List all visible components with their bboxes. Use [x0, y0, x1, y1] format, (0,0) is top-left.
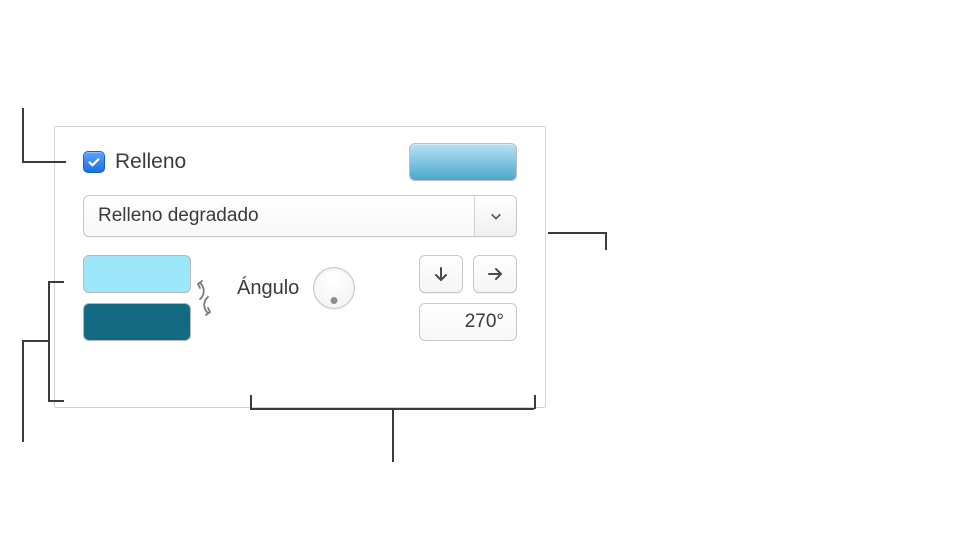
angle-down-button[interactable] [419, 255, 463, 293]
swap-colors-button[interactable] [193, 275, 215, 321]
callout-line [392, 408, 394, 462]
angle-section: Ángulo [205, 255, 405, 309]
callout-line [22, 340, 48, 342]
angle-value-field[interactable]: 270° [419, 303, 517, 341]
callout-line [250, 395, 252, 409]
callout-line [534, 395, 536, 409]
fill-toggle-group: Relleno [83, 150, 186, 174]
arrow-down-icon [432, 265, 450, 283]
fill-type-dropdown[interactable]: Relleno degradado [83, 195, 517, 237]
fill-type-selected: Relleno degradado [84, 205, 474, 227]
callout-line [48, 281, 64, 283]
angle-right-button[interactable] [473, 255, 517, 293]
gradient-color-swatches [83, 255, 191, 341]
dropdown-arrow-button[interactable] [474, 196, 516, 236]
callout-line [22, 161, 66, 163]
callout-line [605, 232, 607, 250]
gradient-controls-row: Ángulo 270° [83, 255, 517, 341]
swap-vertical-icon [194, 277, 214, 319]
callout-line [48, 400, 64, 402]
panel-header: Relleno [83, 143, 517, 181]
callout-line [48, 281, 50, 401]
fill-checkbox[interactable] [83, 151, 105, 173]
callout-line [22, 108, 24, 162]
fill-panel: Relleno Relleno degradado Ángulo [54, 126, 546, 408]
fill-label: Relleno [115, 150, 186, 174]
fill-preview-swatch[interactable] [409, 143, 517, 181]
gradient-color-1[interactable] [83, 255, 191, 293]
angle-dial[interactable] [313, 267, 355, 309]
angle-right-controls: 270° [419, 255, 517, 341]
chevron-down-icon [489, 209, 503, 223]
angle-value-text: 270° [465, 311, 504, 333]
arrow-right-icon [486, 265, 504, 283]
callout-line [548, 232, 606, 234]
callout-line [22, 340, 24, 442]
angle-label: Ángulo [237, 277, 299, 300]
checkmark-icon [87, 155, 101, 169]
gradient-color-2[interactable] [83, 303, 191, 341]
angle-preset-buttons [419, 255, 517, 293]
